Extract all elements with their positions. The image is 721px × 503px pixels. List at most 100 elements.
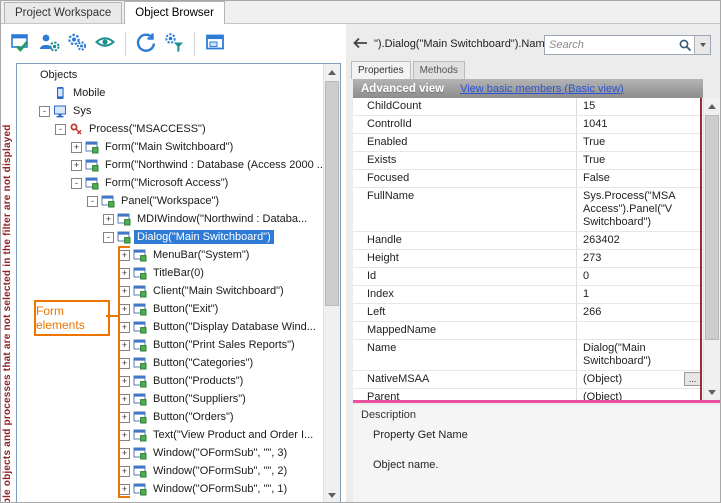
property-row[interactable]: Id0 — [353, 268, 703, 286]
tree-scrollbar[interactable] — [323, 64, 340, 503]
expand-toggle-icon[interactable]: + — [119, 430, 130, 441]
grid-scrollbar[interactable] — [703, 98, 720, 400]
check-window-button[interactable] — [7, 30, 35, 58]
property-row[interactable]: ExistsTrue — [353, 152, 703, 170]
tree-item[interactable]: +Button("Suppliers") — [17, 390, 323, 408]
property-row[interactable]: Height273 — [353, 250, 703, 268]
property-row[interactable]: Parent(Object) — [353, 389, 703, 400]
tab-project-workspace[interactable]: Project Workspace — [4, 2, 122, 23]
expand-toggle-icon[interactable]: + — [119, 322, 130, 333]
scroll-down-button[interactable] — [324, 487, 340, 503]
back-arrow-button[interactable] — [352, 37, 368, 52]
tab-methods[interactable]: Methods — [413, 61, 465, 79]
tree-item[interactable]: +MDIWindow("Northwind : Databa... — [17, 210, 323, 228]
collapse-toggle-icon[interactable]: - — [55, 124, 66, 135]
expand-toggle-icon[interactable]: + — [71, 142, 82, 153]
expand-toggle-icon[interactable]: + — [119, 448, 130, 459]
property-row[interactable]: FocusedFalse — [353, 170, 703, 188]
property-row[interactable]: NativeMSAA(Object)... — [353, 371, 703, 389]
basic-view-link[interactable]: View basic members (Basic view) — [460, 83, 624, 95]
object-tree-panel: ObjectsMobile-Sys-Process("MSACCESS")+Fo… — [16, 63, 341, 503]
tree-item-label: Button("Display Database Wind... — [150, 320, 319, 334]
tree-item[interactable]: +Window("OFormSub", "", 1) — [17, 480, 323, 498]
property-row[interactable]: Index1 — [353, 286, 703, 304]
expand-toggle-icon[interactable]: + — [119, 484, 130, 495]
property-row[interactable]: ChildCount15 — [353, 98, 703, 116]
tree-item[interactable]: -Form("Microsoft Access") — [17, 174, 323, 192]
scroll-thumb[interactable] — [325, 81, 339, 306]
tree-item[interactable]: + Text("View Product and Order I... — [17, 426, 323, 444]
property-row[interactable]: ControlId1041 — [353, 116, 703, 134]
expand-toggle-icon[interactable]: + — [119, 466, 130, 477]
gear-filter-button[interactable] — [160, 30, 188, 58]
property-row[interactable]: EnabledTrue — [353, 134, 703, 152]
search-input[interactable] — [545, 37, 678, 53]
eye-button[interactable] — [91, 30, 119, 58]
button-icon — [133, 374, 147, 388]
description-title: Description — [361, 409, 416, 421]
tree-item[interactable]: +Button("Products") — [17, 372, 323, 390]
property-grid: ChildCount15ControlId1041EnabledTrueExis… — [353, 98, 703, 400]
property-row[interactable]: NameDialog("Main Switchboard") — [353, 340, 703, 371]
tree-item[interactable]: + Window("OFormSub", "", 2) — [17, 462, 323, 480]
expand-toggle-icon[interactable]: + — [119, 250, 130, 261]
expand-toggle-icon[interactable]: + — [103, 214, 114, 225]
refresh-button[interactable] — [132, 30, 160, 58]
tree-item[interactable]: Objects — [17, 66, 323, 84]
tab-object-browser[interactable]: Object Browser — [124, 1, 225, 24]
tree-item[interactable]: +Button("Categories") — [17, 354, 323, 372]
tree-item[interactable]: +Client("Main Switchboard") — [17, 282, 323, 300]
property-value: Sys.Process("MSA Access").Panel("V Switc… — [576, 188, 703, 231]
property-row[interactable]: FullNameSys.Process("MSA Access").Panel(… — [353, 188, 703, 232]
property-row[interactable]: Handle263402 — [353, 232, 703, 250]
search-icon[interactable] — [678, 38, 694, 52]
collapse-toggle-icon[interactable]: - — [87, 196, 98, 207]
workspace-tabstrip: Project Workspace Object Browser — [1, 1, 721, 24]
tree-item[interactable]: +Window("OFormSub", "", 3) — [17, 444, 323, 462]
tab-properties[interactable]: Properties — [351, 61, 411, 79]
property-name: NativeMSAA — [353, 371, 576, 388]
annotation-callout-box: Form elements — [34, 300, 110, 336]
tree-item-label: Window("OFormSub", "", 2) — [150, 464, 290, 478]
tree-item[interactable]: +Form("Northwind : Database (Access 2000… — [17, 156, 323, 174]
scroll-down-button[interactable] — [704, 384, 720, 400]
tree-item[interactable]: +Button("Print Sales Reports") — [17, 336, 323, 354]
property-row[interactable]: Left266 — [353, 304, 703, 322]
window-frame-button[interactable] — [201, 30, 229, 58]
collapse-toggle-icon[interactable]: - — [71, 178, 82, 189]
expand-toggle-icon[interactable]: + — [119, 376, 130, 387]
property-name: Left — [353, 304, 576, 321]
collapse-toggle-icon[interactable]: - — [103, 232, 114, 243]
collapse-toggle-icon[interactable]: - — [39, 106, 50, 117]
gears-button[interactable] — [63, 30, 91, 58]
scroll-thumb[interactable] — [705, 115, 719, 340]
tree-item[interactable]: Mobile — [17, 84, 323, 102]
scroll-up-button[interactable] — [324, 64, 340, 80]
property-row[interactable]: MappedName — [353, 322, 703, 340]
expand-toggle-icon[interactable]: + — [119, 358, 130, 369]
tree-item[interactable]: -Process("MSACCESS") — [17, 120, 323, 138]
expand-toggle-icon[interactable]: + — [119, 340, 130, 351]
expand-toggle-icon[interactable]: + — [119, 268, 130, 279]
tree-item[interactable]: +Button("Orders") — [17, 408, 323, 426]
tree-item[interactable]: -Sys — [17, 102, 323, 120]
property-value — [576, 322, 703, 339]
search-dropdown-button[interactable] — [694, 36, 710, 54]
tree-item-label: Text("View Product and Order I... — [150, 428, 316, 442]
expand-toggle-icon[interactable]: + — [119, 412, 130, 423]
user-settings-button[interactable] — [35, 30, 63, 58]
user-settings-icon — [38, 31, 60, 56]
tree-item[interactable]: +TitleBar(0) — [17, 264, 323, 282]
scroll-up-button[interactable] — [704, 98, 720, 114]
tree-item[interactable]: +Form("Main Switchboard") — [17, 138, 323, 156]
expand-toggle-icon[interactable]: + — [119, 286, 130, 297]
tree-item[interactable]: -Dialog("Main Switchboard") — [17, 228, 323, 246]
object-expand-button[interactable]: ... — [684, 372, 701, 386]
tree-item[interactable]: +MenuBar("System") — [17, 246, 323, 264]
search-box[interactable] — [544, 35, 711, 55]
gear-filter-icon — [163, 31, 185, 56]
expand-toggle-icon[interactable]: + — [71, 160, 82, 171]
tree-item[interactable]: -Panel("Workspace") — [17, 192, 323, 210]
expand-toggle-icon[interactable]: + — [119, 394, 130, 405]
expand-toggle-icon[interactable]: + — [119, 304, 130, 315]
